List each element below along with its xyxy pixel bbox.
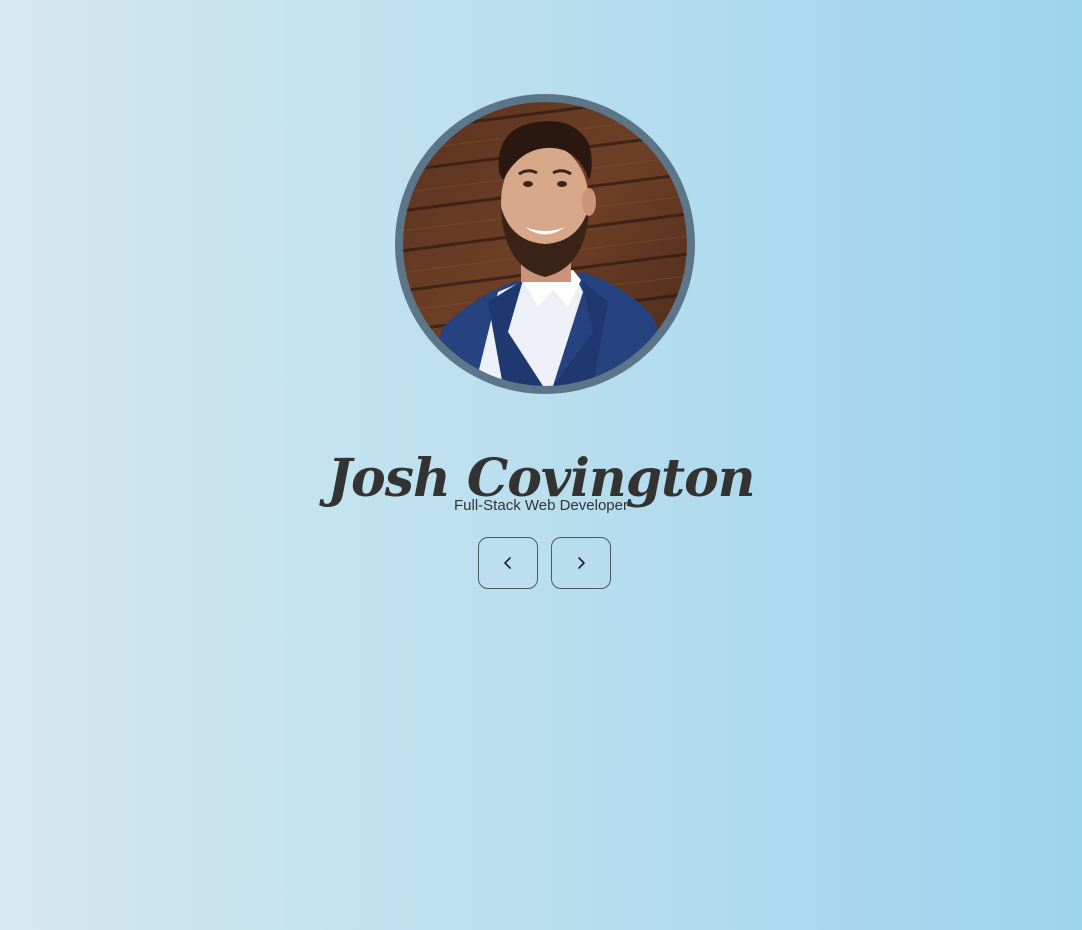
chevron-left-icon: [504, 557, 511, 569]
profile-photo: [403, 102, 687, 386]
next-button[interactable]: [551, 537, 611, 589]
profile-section: Josh Covington Full-Stack Web Developer: [0, 0, 1082, 930]
previous-button[interactable]: [478, 537, 538, 589]
avatar: [395, 94, 695, 394]
profile-title: Full-Stack Web Developer: [454, 497, 628, 514]
chevron-right-icon: [578, 557, 585, 569]
slide-nav: [478, 537, 611, 589]
